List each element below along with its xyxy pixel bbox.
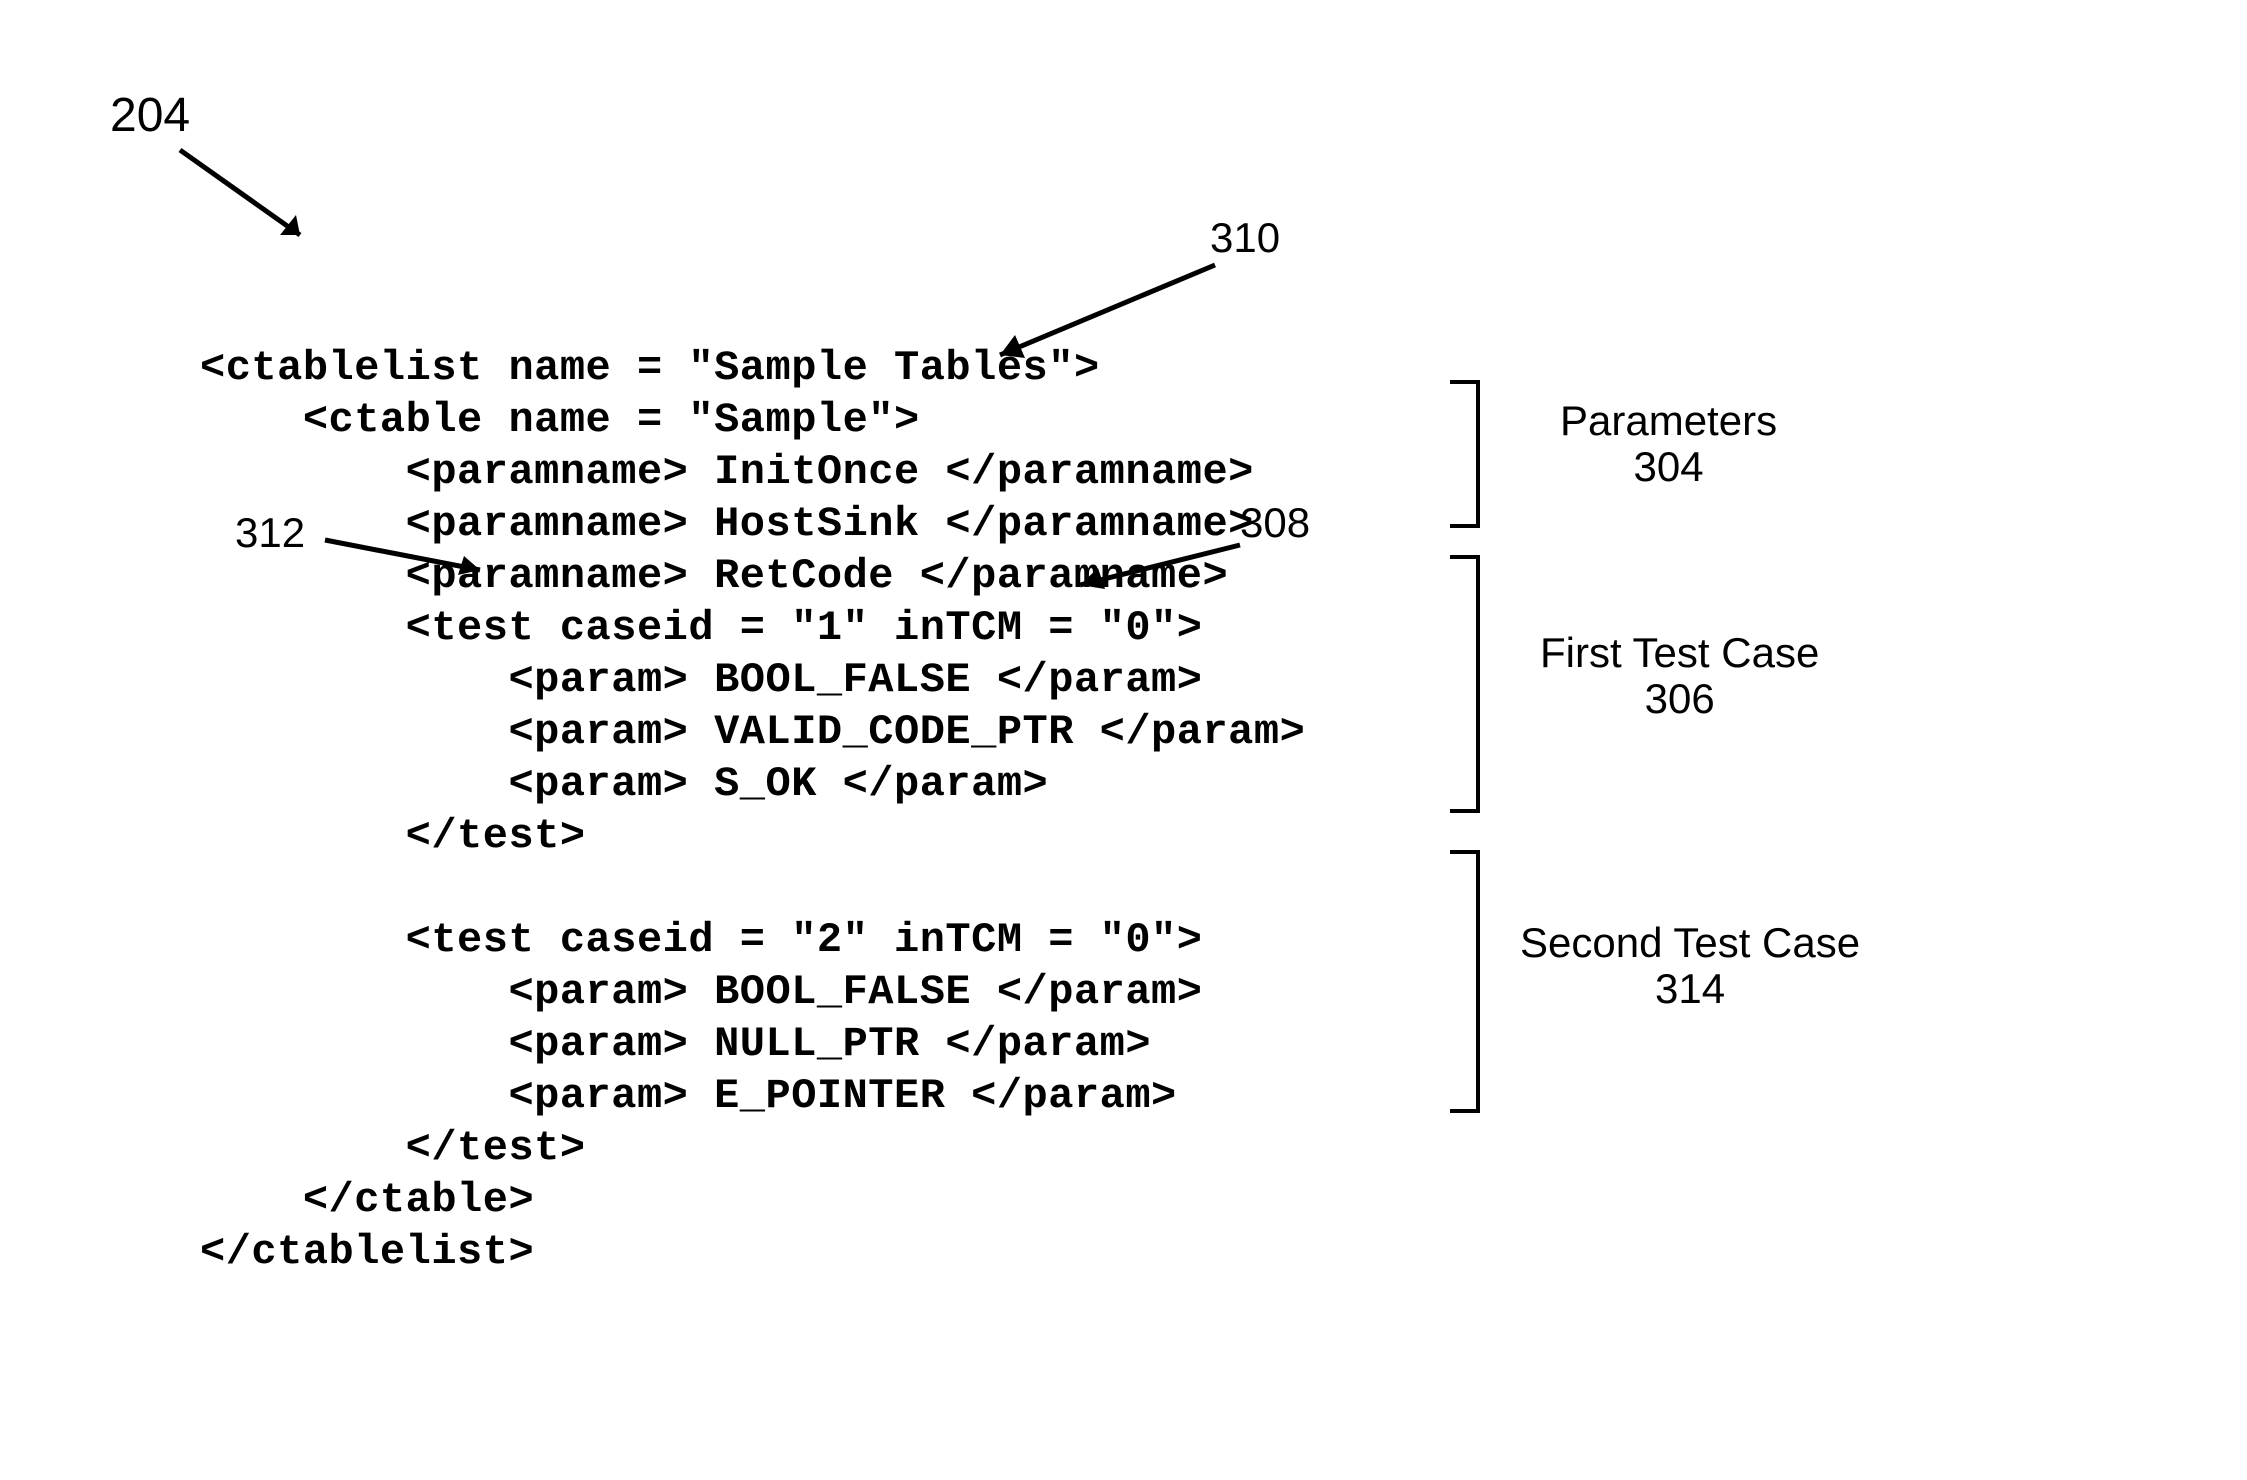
code-line: </test>	[200, 812, 586, 860]
bracket-second-test-case	[1450, 850, 1480, 1113]
code-line: <param> VALID_CODE_PTR </param>	[200, 708, 1305, 756]
code-line: <test caseid = "1" inTCM = "0">	[200, 604, 1202, 652]
code-block: <ctablelist name = "Sample Tables"> <cta…	[200, 290, 1305, 1278]
code-line: <paramname> RetCode </paramname>	[200, 552, 1228, 600]
label-parameters: Parameters 304	[1560, 398, 1777, 490]
bracket-parameters	[1450, 380, 1480, 528]
code-line: <test caseid = "2" inTCM = "0">	[200, 916, 1202, 964]
code-line: <param> S_OK </param>	[200, 760, 1048, 808]
label-second-test-case: Second Test Case 314	[1520, 920, 1860, 1012]
code-line: <param> BOOL_FALSE </param>	[200, 968, 1202, 1016]
label-tc2-text: Second Test Case	[1520, 919, 1860, 966]
code-line: </ctablelist>	[200, 1228, 534, 1276]
code-line: <param> NULL_PTR </param>	[200, 1020, 1151, 1068]
code-line: <paramname> HostSink </paramname>	[200, 500, 1254, 548]
code-line: </ctable>	[200, 1176, 534, 1224]
code-line: <ctable name = "Sample">	[200, 396, 920, 444]
code-line: <paramname> InitOnce </paramname>	[200, 448, 1254, 496]
ref-310: 310	[1210, 215, 1280, 261]
label-first-test-case: First Test Case 306	[1540, 630, 1819, 722]
code-line: <param> BOOL_FALSE </param>	[200, 656, 1202, 704]
code-line: </test>	[200, 1124, 586, 1172]
label-tc1-num: 306	[1645, 675, 1715, 722]
label-parameters-text: Parameters	[1560, 397, 1777, 444]
code-line: <ctablelist name = "Sample Tables">	[200, 344, 1100, 392]
label-tc1-text: First Test Case	[1540, 629, 1819, 676]
ref-204: 204	[110, 90, 190, 143]
bracket-gap	[1445, 813, 1485, 831]
arrow-204	[170, 140, 330, 260]
label-parameters-num: 304	[1634, 443, 1704, 490]
code-line: <param> E_POINTER </param>	[200, 1072, 1177, 1120]
bracket-gap	[1445, 528, 1485, 546]
label-tc2-num: 314	[1655, 965, 1725, 1012]
bracket-first-test-case	[1450, 555, 1480, 813]
